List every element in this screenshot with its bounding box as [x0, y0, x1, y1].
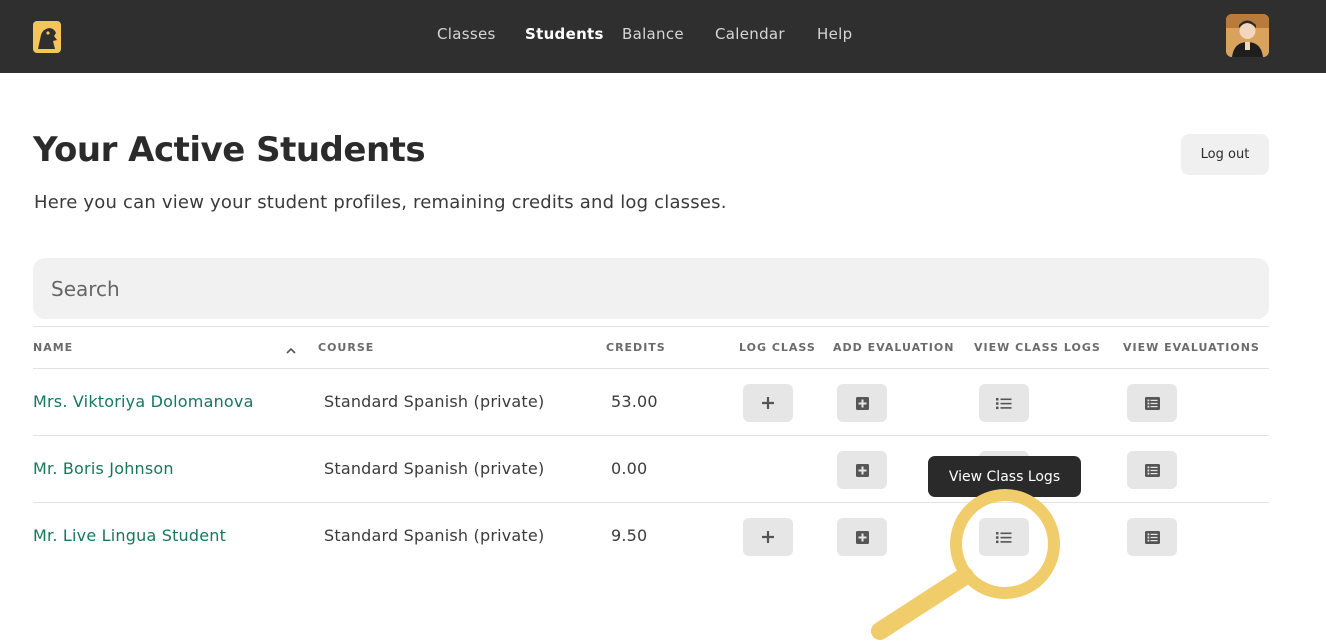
- nav-balance[interactable]: Balance: [622, 25, 684, 43]
- plus-icon: [762, 397, 774, 409]
- list-alt-icon: [1144, 463, 1160, 477]
- column-header-log-class: LOG CLASS: [739, 341, 816, 354]
- log-class-button[interactable]: [743, 518, 793, 556]
- student-credits: 0.00: [611, 459, 648, 478]
- table-row: Mrs. Viktoriya Dolomanova Standard Spani…: [33, 369, 1269, 436]
- view-evaluations-button[interactable]: [1127, 384, 1177, 422]
- nav-students[interactable]: Students: [525, 25, 604, 43]
- user-avatar[interactable]: [1226, 14, 1269, 57]
- column-header-credits: CREDITS: [606, 341, 666, 354]
- view-evaluations-button[interactable]: [1127, 451, 1177, 489]
- student-credits: 53.00: [611, 392, 658, 411]
- view-class-logs-button[interactable]: [979, 518, 1029, 556]
- student-course: Standard Spanish (private): [324, 392, 545, 411]
- nav-help[interactable]: Help: [817, 25, 852, 43]
- nav-calendar[interactable]: Calendar: [715, 25, 785, 43]
- students-table: NAME COURSE CREDITS LOG CLASS ADD EVALUA…: [33, 326, 1269, 570]
- student-name-link[interactable]: Mr. Live Lingua Student: [33, 526, 226, 545]
- column-header-view-class-logs: VIEW CLASS LOGS: [974, 341, 1101, 354]
- view-class-logs-tooltip: View Class Logs: [928, 456, 1081, 497]
- column-header-name[interactable]: NAME: [33, 341, 73, 354]
- column-header-view-evaluations: VIEW EVALUATIONS: [1123, 341, 1260, 354]
- main-nav: Classes Students Balance Calendar Help: [0, 0, 1326, 73]
- add-evaluation-button[interactable]: [837, 384, 887, 422]
- student-course: Standard Spanish (private): [324, 526, 545, 545]
- list-icon: [996, 397, 1012, 409]
- top-navbar: Classes Students Balance Calendar Help: [0, 0, 1326, 73]
- list-alt-icon: [1144, 396, 1160, 410]
- list-alt-icon: [1144, 530, 1160, 544]
- view-evaluations-button[interactable]: [1127, 518, 1177, 556]
- list-icon: [996, 531, 1012, 543]
- log-class-button[interactable]: [743, 384, 793, 422]
- table-header: NAME COURSE CREDITS LOG CLASS ADD EVALUA…: [33, 326, 1269, 369]
- plus-square-icon: [855, 530, 869, 544]
- page-subtitle: Here you can view your student profiles,…: [34, 192, 727, 213]
- student-course: Standard Spanish (private): [324, 459, 545, 478]
- column-header-add-evaluation: ADD EVALUATION: [833, 341, 955, 354]
- plus-square-icon: [855, 463, 869, 477]
- plus-icon: [762, 531, 774, 543]
- table-row: Mr. Boris Johnson Standard Spanish (priv…: [33, 436, 1269, 503]
- student-name-link[interactable]: Mr. Boris Johnson: [33, 459, 174, 478]
- add-evaluation-button[interactable]: [837, 451, 887, 489]
- column-header-course: COURSE: [318, 341, 375, 354]
- page-title: Your Active Students: [33, 130, 426, 170]
- add-evaluation-button[interactable]: [837, 518, 887, 556]
- view-class-logs-button[interactable]: [979, 384, 1029, 422]
- logout-button[interactable]: Log out: [1181, 134, 1269, 175]
- plus-square-icon: [855, 396, 869, 410]
- nav-classes[interactable]: Classes: [437, 25, 496, 43]
- student-credits: 9.50: [611, 526, 648, 545]
- student-name-link[interactable]: Mrs. Viktoriya Dolomanova: [33, 392, 254, 411]
- sort-ascending-icon[interactable]: [285, 342, 297, 354]
- search-input[interactable]: [33, 258, 1269, 319]
- table-row: Mr. Live Lingua Student Standard Spanish…: [33, 503, 1269, 570]
